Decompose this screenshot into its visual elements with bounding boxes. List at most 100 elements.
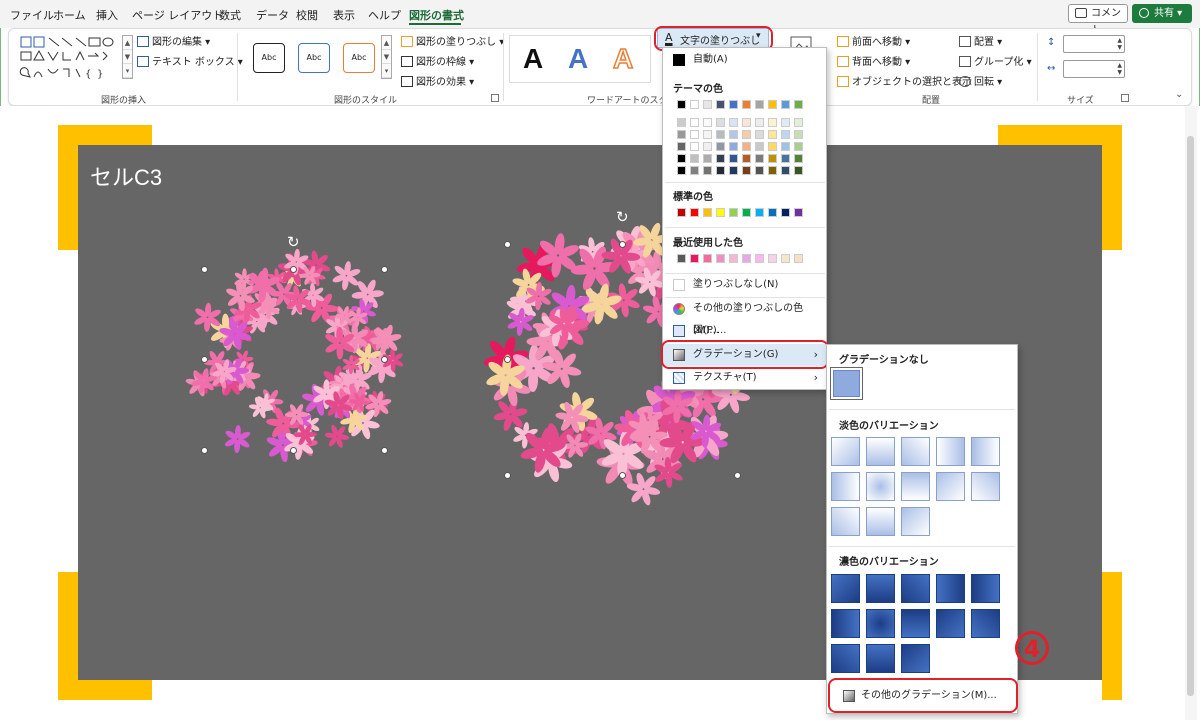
light-gradient-tile[interactable] [971,437,1000,466]
dark-gradient-tile[interactable] [971,609,1000,638]
theme-color-swatch[interactable] [716,130,725,139]
dark-gradient-tile[interactable] [901,609,930,638]
theme-color-swatch[interactable] [781,154,790,163]
theme-color-swatch[interactable] [794,166,803,175]
theme-color-swatch[interactable] [768,166,777,175]
light-gradient-tile[interactable] [831,507,860,536]
recent-color-swatch[interactable] [690,254,699,263]
standard-color-swatch[interactable] [729,208,738,217]
selection-handle[interactable] [381,447,388,454]
theme-color-swatch[interactable] [755,130,764,139]
theme-color-swatch[interactable] [703,118,712,127]
flower-wreaths[interactable] [0,0,1200,720]
recent-color-swatch[interactable] [716,254,725,263]
standard-color-swatch[interactable] [690,208,699,217]
theme-color-swatch[interactable] [755,100,764,109]
theme-color-swatch[interactable] [794,154,803,163]
light-gradient-tile[interactable] [866,507,895,536]
theme-color-swatch[interactable] [768,154,777,163]
theme-color-swatch[interactable] [768,118,777,127]
theme-color-swatch[interactable] [768,100,777,109]
light-gradient-tile[interactable] [901,437,930,466]
theme-color-swatch[interactable] [703,130,712,139]
light-gradient-tile[interactable] [936,472,965,501]
selection-handle[interactable] [201,266,208,273]
selection-handle[interactable] [619,241,626,248]
selection-handle[interactable] [290,447,297,454]
selection-handle[interactable] [381,266,388,273]
rotate-handle-icon[interactable]: ↻ [287,233,300,251]
theme-color-swatch[interactable] [742,166,751,175]
theme-color-swatch[interactable] [729,118,738,127]
theme-color-swatch[interactable] [703,154,712,163]
light-gradient-tile[interactable] [971,472,1000,501]
theme-color-swatch[interactable] [742,118,751,127]
dark-gradient-tile[interactable] [866,644,895,673]
more-fill-colors-item[interactable]: その他の塗りつぶしの色(M)... [663,298,826,336]
selection-handle[interactable] [734,472,741,479]
selection-handle[interactable] [290,266,297,273]
theme-color-swatch[interactable] [677,142,686,151]
theme-color-swatch[interactable] [794,142,803,151]
dark-gradient-tile[interactable] [901,644,930,673]
recent-color-swatch[interactable] [677,254,686,263]
texture-item[interactable]: テクスチャ(T) › [663,367,826,389]
dark-gradient-tile[interactable] [936,574,965,603]
theme-color-swatch[interactable] [690,118,699,127]
theme-color-swatch[interactable] [781,130,790,139]
dark-gradient-tile[interactable] [866,609,895,638]
theme-color-swatch[interactable] [755,118,764,127]
recent-color-swatch[interactable] [768,254,777,263]
recent-color-swatch[interactable] [781,254,790,263]
theme-color-swatch[interactable] [677,166,686,175]
theme-color-swatch[interactable] [794,118,803,127]
standard-color-swatch[interactable] [716,208,725,217]
recent-color-swatch[interactable] [742,254,751,263]
automatic-color-item[interactable]: 自動(A) [663,49,826,71]
selection-handle[interactable] [381,356,388,363]
theme-color-swatch[interactable] [755,166,764,175]
theme-color-swatch[interactable] [690,100,699,109]
theme-color-swatch[interactable] [781,166,790,175]
vertical-scrollbar[interactable] [1185,106,1197,720]
theme-color-swatch[interactable] [677,118,686,127]
theme-color-swatch[interactable] [703,142,712,151]
theme-color-swatch[interactable] [781,142,790,151]
picture-fill-item[interactable]: 図(P)... [663,320,826,342]
standard-color-swatch[interactable] [781,208,790,217]
selection-handle[interactable] [201,447,208,454]
dark-gradient-tile[interactable] [831,644,860,673]
theme-color-swatch[interactable] [716,166,725,175]
selection-handle[interactable] [201,356,208,363]
selection-handle[interactable] [504,241,511,248]
theme-color-swatch[interactable] [742,142,751,151]
dark-gradient-tile[interactable] [936,609,965,638]
recent-color-swatch[interactable] [755,254,764,263]
theme-color-swatch[interactable] [690,154,699,163]
light-gradient-tile[interactable] [936,437,965,466]
light-gradient-tile[interactable] [901,472,930,501]
dark-gradient-tile[interactable] [901,574,930,603]
theme-color-swatch[interactable] [690,130,699,139]
selection-handle[interactable] [504,356,511,363]
theme-color-swatch[interactable] [794,100,803,109]
theme-color-swatch[interactable] [677,130,686,139]
no-gradient-tile[interactable] [830,367,863,400]
theme-color-swatch[interactable] [677,100,686,109]
theme-color-swatch[interactable] [742,130,751,139]
light-gradient-tile[interactable] [901,507,930,536]
theme-color-swatch[interactable] [716,142,725,151]
theme-color-swatch[interactable] [729,100,738,109]
theme-color-swatch[interactable] [716,100,725,109]
light-gradient-tile[interactable] [831,437,860,466]
theme-color-swatch[interactable] [677,154,686,163]
standard-color-swatch[interactable] [755,208,764,217]
standard-color-swatch[interactable] [742,208,751,217]
recent-color-swatch[interactable] [729,254,738,263]
selection-handle[interactable] [619,472,626,479]
theme-color-swatch[interactable] [768,142,777,151]
light-gradient-tile[interactable] [866,472,895,501]
recent-color-swatch[interactable] [794,254,803,263]
theme-color-swatch[interactable] [781,100,790,109]
standard-color-swatch[interactable] [794,208,803,217]
